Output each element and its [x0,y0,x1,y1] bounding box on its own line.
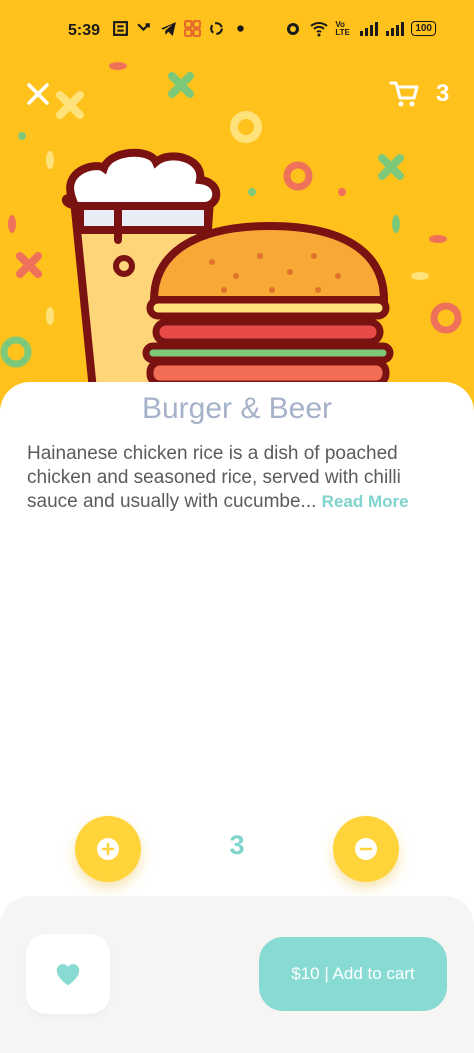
add-to-cart-button[interactable]: $10 | Add to cart [259,937,447,1011]
signal-icon-1 [360,22,379,36]
wifi-icon [310,22,328,37]
minus-icon [355,838,377,860]
product-title: Burger & Beer [141,392,333,425]
product-description: Hainanese chicken rice is a dish of poac… [27,442,447,514]
read-more-link[interactable]: Read More [322,492,409,511]
battery-indicator: 100 [411,21,436,36]
quantity-value: 3 [229,830,245,860]
close-button[interactable] [22,78,54,110]
status-time: 5:39 [68,22,101,39]
alarm-icon [287,23,300,35]
telegram-icon [161,22,176,36]
notification-icons [112,20,249,37]
signal-icon-2 [386,22,405,36]
increase-quantity-button[interactable] [75,816,141,882]
heart-icon [56,964,80,986]
burger-beer-illustration [0,62,462,404]
favorite-button[interactable] [26,934,110,1014]
status-bar: 5:39 Vo LTE 100 [0,0,474,62]
volte-label: Vo LTE [335,19,350,37]
app-grid-icon [184,20,201,37]
cart-icon [389,81,419,107]
sync-icon [210,22,223,35]
decrease-quantity-button[interactable] [333,816,399,882]
burger [142,221,394,388]
dot-icon [237,25,244,32]
cart-count: 3 [436,80,450,107]
cart-button[interactable] [388,78,420,110]
missed-call-icon [137,23,150,32]
system-icons: Vo LTE 100 [283,20,436,37]
plus-icon [97,838,119,860]
news-icon [113,21,128,36]
hero-banner: 5:39 Vo LTE 100 3 [0,0,474,420]
close-icon [27,83,49,105]
